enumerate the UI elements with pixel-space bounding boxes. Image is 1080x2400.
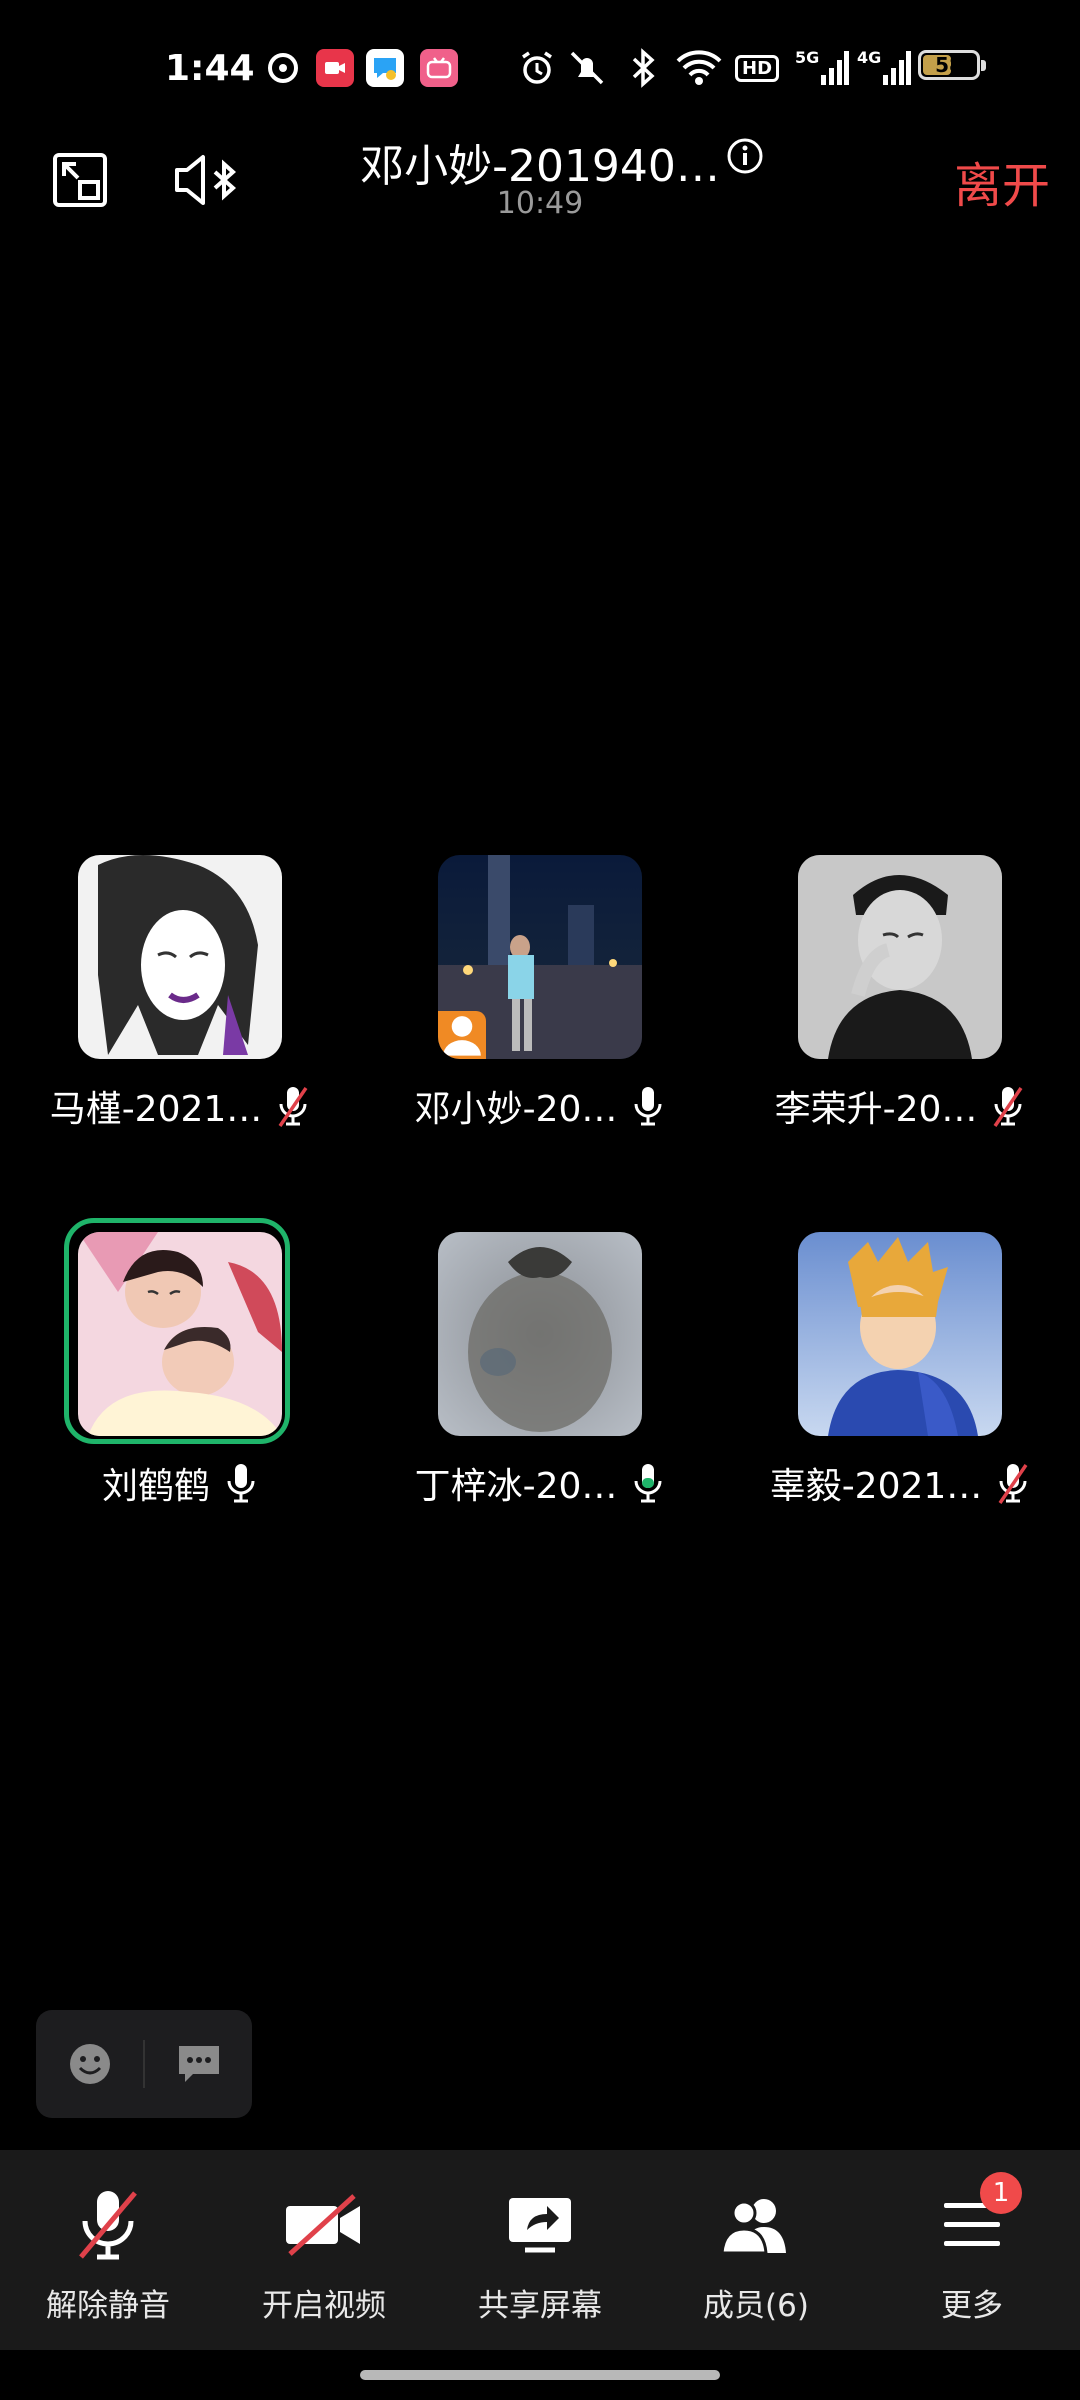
emoji-icon bbox=[69, 2044, 110, 2084]
host-icon bbox=[443, 1016, 481, 1056]
meeting-timer: 10:49 bbox=[496, 186, 584, 221]
home-indicator[interactable] bbox=[360, 2370, 720, 2380]
avatar bbox=[798, 855, 1002, 1059]
video-app-icon bbox=[316, 48, 354, 88]
participant-tile[interactable]: 李荣升-20… bbox=[720, 855, 1080, 1155]
participant-name-row: 丁梓冰-20… bbox=[360, 1457, 720, 1509]
bluetooth-icon bbox=[628, 48, 658, 88]
battery-indicator: 58 bbox=[918, 50, 986, 80]
share-screen-button[interactable]: 共享屏幕 bbox=[432, 2150, 648, 2350]
meeting-title[interactable]: 邓小妙-201940… bbox=[360, 130, 720, 194]
participant-name-row: 李荣升-20… bbox=[720, 1080, 1080, 1132]
participant-tile[interactable]: 辜毅-2021… bbox=[720, 1232, 1080, 1532]
start-video-label: 开启视频 bbox=[262, 2288, 386, 2324]
status-bar: 1:44 HD 5G 4G 58 bbox=[0, 0, 1080, 140]
leave-button[interactable]: 离开 bbox=[954, 146, 1050, 216]
chat-icon bbox=[178, 2046, 219, 2082]
start-video-button[interactable]: 开启视频 bbox=[216, 2150, 432, 2350]
mic-muted-icon bbox=[278, 1087, 308, 1127]
participant-name-row: 辜毅-2021… bbox=[720, 1457, 1080, 1509]
mic-muted-icon bbox=[998, 1464, 1028, 1504]
emoji-button[interactable] bbox=[36, 2010, 143, 2118]
silent-mode-icon bbox=[566, 48, 608, 88]
mic-on-icon bbox=[227, 1464, 255, 1503]
bilibili-icon bbox=[420, 48, 458, 88]
signal-5g-icon: 5G bbox=[795, 48, 850, 88]
hd-label: HD bbox=[735, 54, 780, 82]
unmute-label: 解除静音 bbox=[46, 2288, 170, 2324]
mic-muted-icon bbox=[993, 1087, 1023, 1127]
participant-name-row: 马槿-2021… bbox=[0, 1080, 360, 1132]
participant-tile[interactable]: 丁梓冰-20… bbox=[360, 1232, 720, 1532]
avatar bbox=[438, 1232, 642, 1436]
hd-icon: HD bbox=[735, 48, 780, 88]
avatar bbox=[78, 1232, 282, 1436]
share-screen-label: 共享屏幕 bbox=[478, 2288, 602, 2324]
mic-off-icon bbox=[0, 2180, 216, 2270]
notification-badge: 1 bbox=[980, 2172, 1022, 2214]
share-screen-icon bbox=[432, 2180, 648, 2270]
more-button[interactable]: 更多 bbox=[864, 2150, 1080, 2350]
participant-name: 邓小妙-20… bbox=[414, 1089, 618, 1130]
chat-button[interactable] bbox=[145, 2010, 252, 2118]
netease-music-icon bbox=[265, 48, 301, 88]
signal-4g-icon: 4G bbox=[857, 48, 912, 88]
participant-tile[interactable]: 邓小妙-20… bbox=[360, 855, 720, 1155]
participant-name-row: 邓小妙-20… bbox=[360, 1080, 720, 1132]
signal-4g-label: 4G bbox=[857, 48, 882, 67]
participant-tile[interactable]: 刘鹤鹤 bbox=[0, 1218, 360, 1532]
status-time: 1:44 bbox=[165, 48, 255, 89]
battery-label: 58 bbox=[935, 53, 963, 77]
participant-name: 刘鹤鹤 bbox=[101, 1466, 210, 1507]
host-badge bbox=[438, 1011, 486, 1059]
info-icon bbox=[727, 138, 763, 174]
chat-app-icon bbox=[366, 48, 404, 88]
members-button[interactable]: 成员(6) bbox=[648, 2150, 864, 2350]
meeting-toolbar: 解除静音 开启视频 共享屏幕 成员(6) 更多 bbox=[0, 2150, 1080, 2350]
wifi-icon bbox=[676, 48, 722, 88]
avatar bbox=[78, 855, 282, 1059]
participant-name-row: 刘鹤鹤 bbox=[0, 1457, 360, 1509]
more-label: 更多 bbox=[941, 2288, 1003, 2324]
meeting-header: 邓小妙-201940… 10:49 离开 bbox=[0, 120, 1080, 230]
menu-icon bbox=[864, 2180, 1080, 2270]
signal-5g-label: 5G bbox=[795, 48, 820, 67]
meeting-info-button[interactable] bbox=[725, 136, 765, 180]
participant-name: 丁梓冰-20… bbox=[414, 1466, 618, 1507]
members-label: 成员(6) bbox=[703, 2288, 809, 2324]
video-off-icon bbox=[216, 2180, 432, 2270]
mic-on-icon bbox=[634, 1087, 662, 1126]
mic-active-icon bbox=[634, 1464, 662, 1503]
quick-reaction-bar bbox=[36, 2010, 252, 2118]
participant-tile[interactable]: 马槿-2021… bbox=[0, 855, 360, 1155]
avatar bbox=[438, 855, 642, 1059]
participant-name: 李荣升-20… bbox=[774, 1089, 978, 1130]
participant-name: 马槿-2021… bbox=[49, 1089, 263, 1130]
participant-name: 辜毅-2021… bbox=[769, 1466, 983, 1507]
alarm-icon bbox=[518, 48, 556, 88]
unmute-button[interactable]: 解除静音 bbox=[0, 2150, 216, 2350]
members-icon bbox=[648, 2180, 864, 2270]
avatar bbox=[798, 1232, 1002, 1436]
